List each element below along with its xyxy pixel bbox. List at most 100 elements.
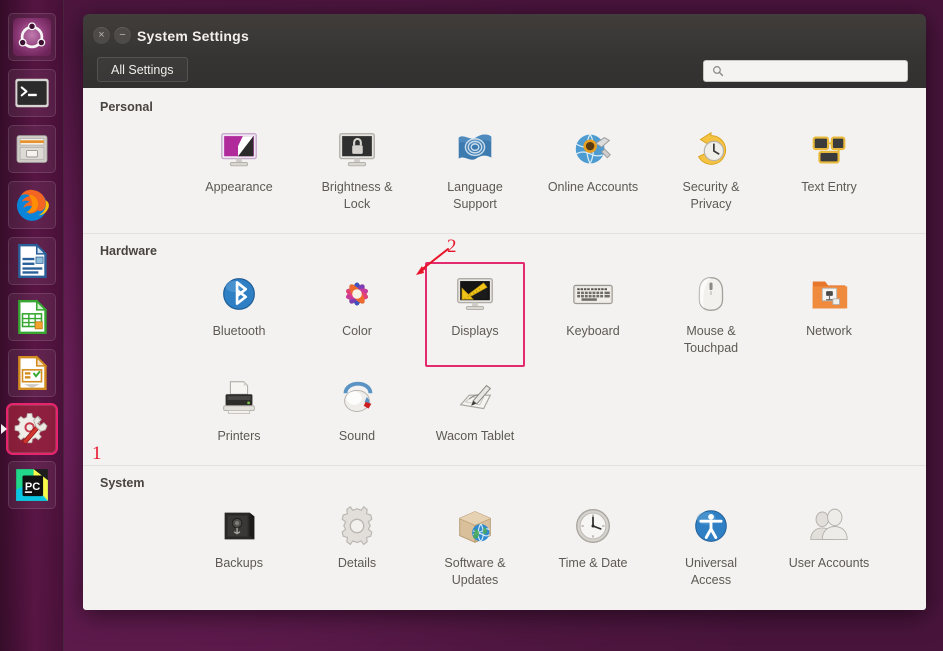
file-manager-icon: [16, 135, 47, 163]
annotation-arrow-icon: [416, 248, 449, 275]
appearance-icon: [215, 126, 263, 174]
section-hardware: Hardware Bluetooth Color Displays Keyboa…: [83, 233, 926, 459]
section-system: System Backups Details Software & Update…: [83, 465, 926, 603]
settings-item-label: Language Support: [447, 180, 503, 211]
settings-item-label: User Accounts: [788, 556, 870, 570]
libreoffice-impress-icon: [17, 355, 47, 391]
settings-item-user-accounts[interactable]: User Accounts: [779, 494, 879, 599]
settings-item-time-date[interactable]: Time & Date: [543, 494, 643, 599]
window-controls: × −: [93, 27, 131, 44]
launcher-item-pycharm[interactable]: PC: [7, 461, 56, 509]
settings-item-label: Online Accounts: [547, 180, 639, 194]
search-box[interactable]: [703, 60, 908, 82]
settings-item-security-privacy[interactable]: Security & Privacy: [661, 118, 761, 223]
settings-item-appearance[interactable]: Appearance: [189, 118, 289, 223]
terminal-icon: [14, 78, 49, 108]
launcher-item-ubuntu-dash[interactable]: [7, 13, 56, 61]
svg-text:PC: PC: [24, 481, 39, 493]
annotation-marker-1: 1: [92, 443, 102, 464]
keyboard-icon: [569, 270, 617, 318]
minimize-button[interactable]: −: [114, 27, 131, 44]
online-accounts-icon: [569, 126, 617, 174]
bluetooth-icon: [215, 270, 263, 318]
language-support-icon: [451, 126, 499, 174]
security-privacy-icon: [687, 126, 735, 174]
settings-item-label: Details: [337, 556, 377, 570]
color-icon: [333, 270, 381, 318]
settings-item-sound[interactable]: Sound: [307, 367, 407, 455]
settings-item-label: Mouse & Touchpad: [683, 324, 739, 355]
search-icon: [713, 66, 724, 77]
settings-item-text-entry[interactable]: Text Entry: [779, 118, 879, 223]
launcher-item-firefox[interactable]: [7, 181, 56, 229]
settings-item-label: Color: [342, 324, 372, 338]
libreoffice-calc-icon: [17, 299, 47, 335]
settings-item-language-support[interactable]: Language Support: [425, 118, 525, 223]
settings-item-label: Security & Privacy: [682, 180, 740, 211]
search-input[interactable]: [730, 65, 890, 77]
minimize-icon: −: [119, 29, 126, 41]
launcher-item-calc[interactable]: [7, 293, 56, 341]
displays-icon: [451, 270, 499, 318]
settings-item-label: Bluetooth: [212, 324, 266, 338]
settings-item-details[interactable]: Details: [307, 494, 407, 599]
section-title-personal: Personal: [100, 100, 153, 114]
libreoffice-writer-icon: [17, 243, 47, 279]
settings-item-bluetooth[interactable]: Bluetooth: [189, 262, 289, 367]
settings-item-empty: [897, 494, 926, 599]
settings-item-backups[interactable]: Backups: [189, 494, 289, 599]
system-settings-window: × − System Settings All Settings Persona…: [83, 14, 926, 610]
settings-item-software-updates[interactable]: Software & Updates: [425, 494, 525, 599]
settings-item-universal-access[interactable]: Universal Access: [661, 494, 761, 599]
settings-item-brightness-lock[interactable]: Brightness & Lock: [307, 118, 407, 223]
power-icon: [923, 270, 926, 318]
settings-item-keyboard[interactable]: Keyboard: [543, 262, 643, 367]
pycharm-icon: PC: [15, 469, 48, 501]
network-icon: [805, 270, 853, 318]
settings-item-label: Backups: [215, 556, 263, 570]
settings-item-label: Appearance: [205, 180, 273, 194]
close-button[interactable]: ×: [93, 27, 110, 44]
software-updates-icon: [451, 502, 499, 550]
settings-item-label: Keyboard: [566, 324, 620, 338]
printers-icon: [215, 375, 263, 423]
launcher-item-system-settings[interactable]: [5, 403, 58, 455]
settings-item-empty: [897, 118, 926, 223]
settings-item-wacom-tablet[interactable]: Wacom Tablet: [425, 367, 525, 455]
section-title-system: System: [100, 476, 145, 490]
settings-item-label: Brightness & Lock: [321, 180, 393, 211]
settings-item-online-accounts[interactable]: Online Accounts: [543, 118, 643, 223]
settings-item-label: Sound: [338, 429, 376, 443]
settings-item-label: Software & Updates: [444, 556, 506, 587]
settings-item-label: Universal Access: [684, 556, 738, 587]
settings-item-label: Printers: [217, 429, 261, 443]
launcher-item-terminal[interactable]: [7, 69, 56, 117]
time-date-icon: [569, 502, 617, 550]
launcher-item-writer[interactable]: [7, 237, 56, 285]
close-icon: ×: [98, 29, 105, 41]
section-personal: Personal Appearance Brightness & Lock La…: [83, 98, 926, 227]
settings-content: Personal Appearance Brightness & Lock La…: [83, 88, 926, 610]
settings-item-color[interactable]: Color: [307, 262, 407, 367]
firefox-icon: [16, 189, 49, 221]
wacom-tablet-icon: [451, 375, 499, 423]
universal-access-icon: [687, 502, 735, 550]
details-icon: [333, 502, 381, 550]
launcher-item-files[interactable]: [7, 125, 56, 173]
settings-grid-personal: Appearance Brightness & Lock Language Su…: [83, 118, 926, 223]
settings-item-printers[interactable]: Printers: [189, 367, 289, 455]
window-title: System Settings: [137, 28, 249, 44]
settings-item-label: Time & Date: [558, 556, 628, 570]
settings-item-label: Text Entry: [801, 180, 857, 194]
settings-item-network[interactable]: Network: [779, 262, 879, 367]
settings-grid-hardware: Bluetooth Color Displays Keyboard Mouse …: [83, 262, 926, 455]
user-accounts-icon: [805, 502, 853, 550]
system-settings-icon: [14, 413, 48, 445]
settings-item-mouse-touchpad[interactable]: Mouse & Touchpad: [661, 262, 761, 367]
settings-item-power[interactable]: Power: [897, 262, 926, 367]
all-settings-label: All Settings: [111, 62, 174, 77]
mouse-touchpad-icon: [687, 270, 735, 318]
launcher-item-impress[interactable]: [7, 349, 56, 397]
settings-grid-system: Backups Details Software & Updates Time …: [83, 494, 926, 599]
all-settings-button[interactable]: All Settings: [97, 57, 188, 82]
